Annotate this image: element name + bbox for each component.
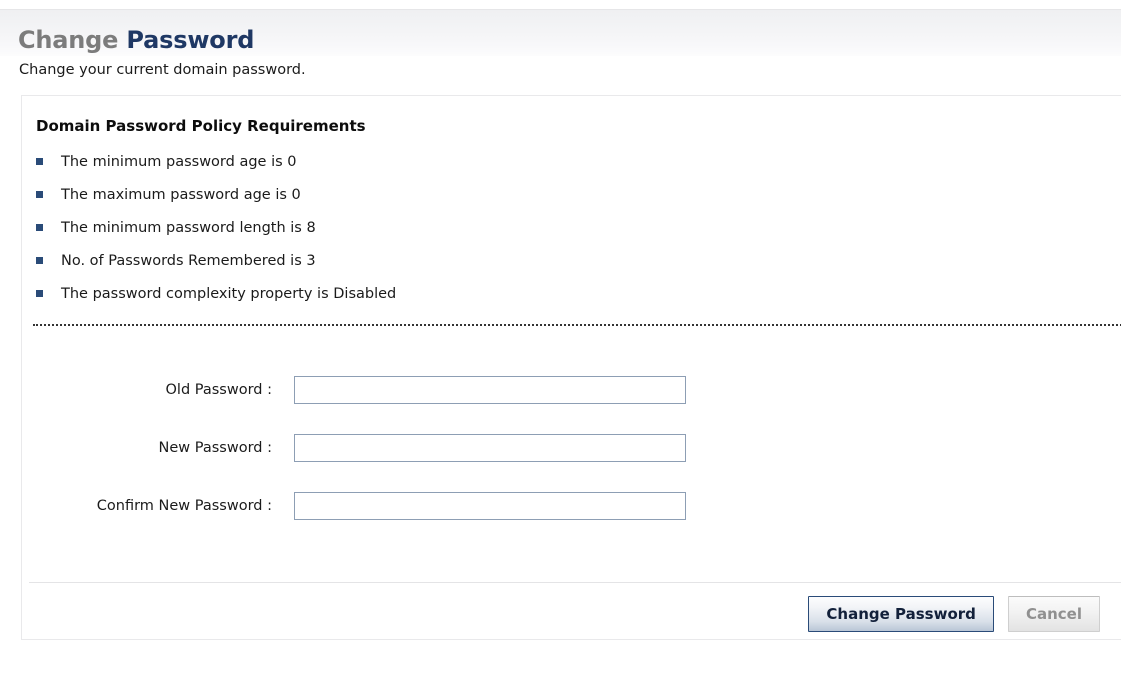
dotted-divider	[33, 324, 1121, 326]
square-bullet-icon	[36, 257, 43, 264]
policy-item-label: The minimum password length is 8	[61, 220, 316, 236]
list-item: The maximum password age is 0	[36, 179, 396, 212]
footer-divider	[29, 582, 1121, 583]
square-bullet-icon	[36, 224, 43, 231]
action-bar: Change Password Cancel	[22, 596, 1100, 632]
new-password-input[interactable]	[294, 434, 686, 462]
policy-requirements-list: The minimum password age is 0 The maximu…	[36, 146, 396, 311]
page-title-suffix: Password	[126, 26, 255, 54]
old-password-label: Old Password :	[165, 382, 272, 398]
confirm-new-password-row: Confirm New Password :	[22, 487, 1121, 545]
old-password-input[interactable]	[294, 376, 686, 404]
confirm-new-password-input[interactable]	[294, 492, 686, 520]
policy-heading: Domain Password Policy Requirements	[36, 117, 366, 135]
list-item: The password complexity property is Disa…	[36, 278, 396, 311]
policy-item-label: No. of Passwords Remembered is 3	[61, 253, 316, 269]
square-bullet-icon	[36, 158, 43, 165]
policy-item-label: The password complexity property is Disa…	[61, 286, 397, 302]
policy-item-label: The minimum password age is 0	[61, 154, 297, 170]
new-password-row: New Password :	[22, 429, 1121, 487]
list-item: The minimum password length is 8	[36, 212, 396, 245]
square-bullet-icon	[36, 290, 43, 297]
list-item: No. of Passwords Remembered is 3	[36, 245, 396, 278]
list-item: The minimum password age is 0	[36, 146, 396, 179]
old-password-row: Old Password :	[22, 371, 1121, 429]
change-password-panel: Domain Password Policy Requirements The …	[21, 95, 1121, 640]
top-strip	[0, 0, 1121, 10]
change-password-button[interactable]: Change Password	[808, 596, 994, 632]
confirm-new-password-label: Confirm New Password :	[96, 498, 272, 514]
policy-item-label: The maximum password age is 0	[61, 187, 301, 203]
cancel-button[interactable]: Cancel	[1007, 596, 1100, 632]
page-title: Change Password	[18, 25, 254, 55]
page-subtitle: Change your current domain password.	[19, 62, 306, 78]
page-title-prefix: Change	[18, 26, 119, 54]
new-password-label: New Password :	[158, 440, 272, 456]
change-password-form: Old Password : New Password : Confirm Ne…	[22, 371, 1121, 545]
square-bullet-icon	[36, 191, 43, 198]
